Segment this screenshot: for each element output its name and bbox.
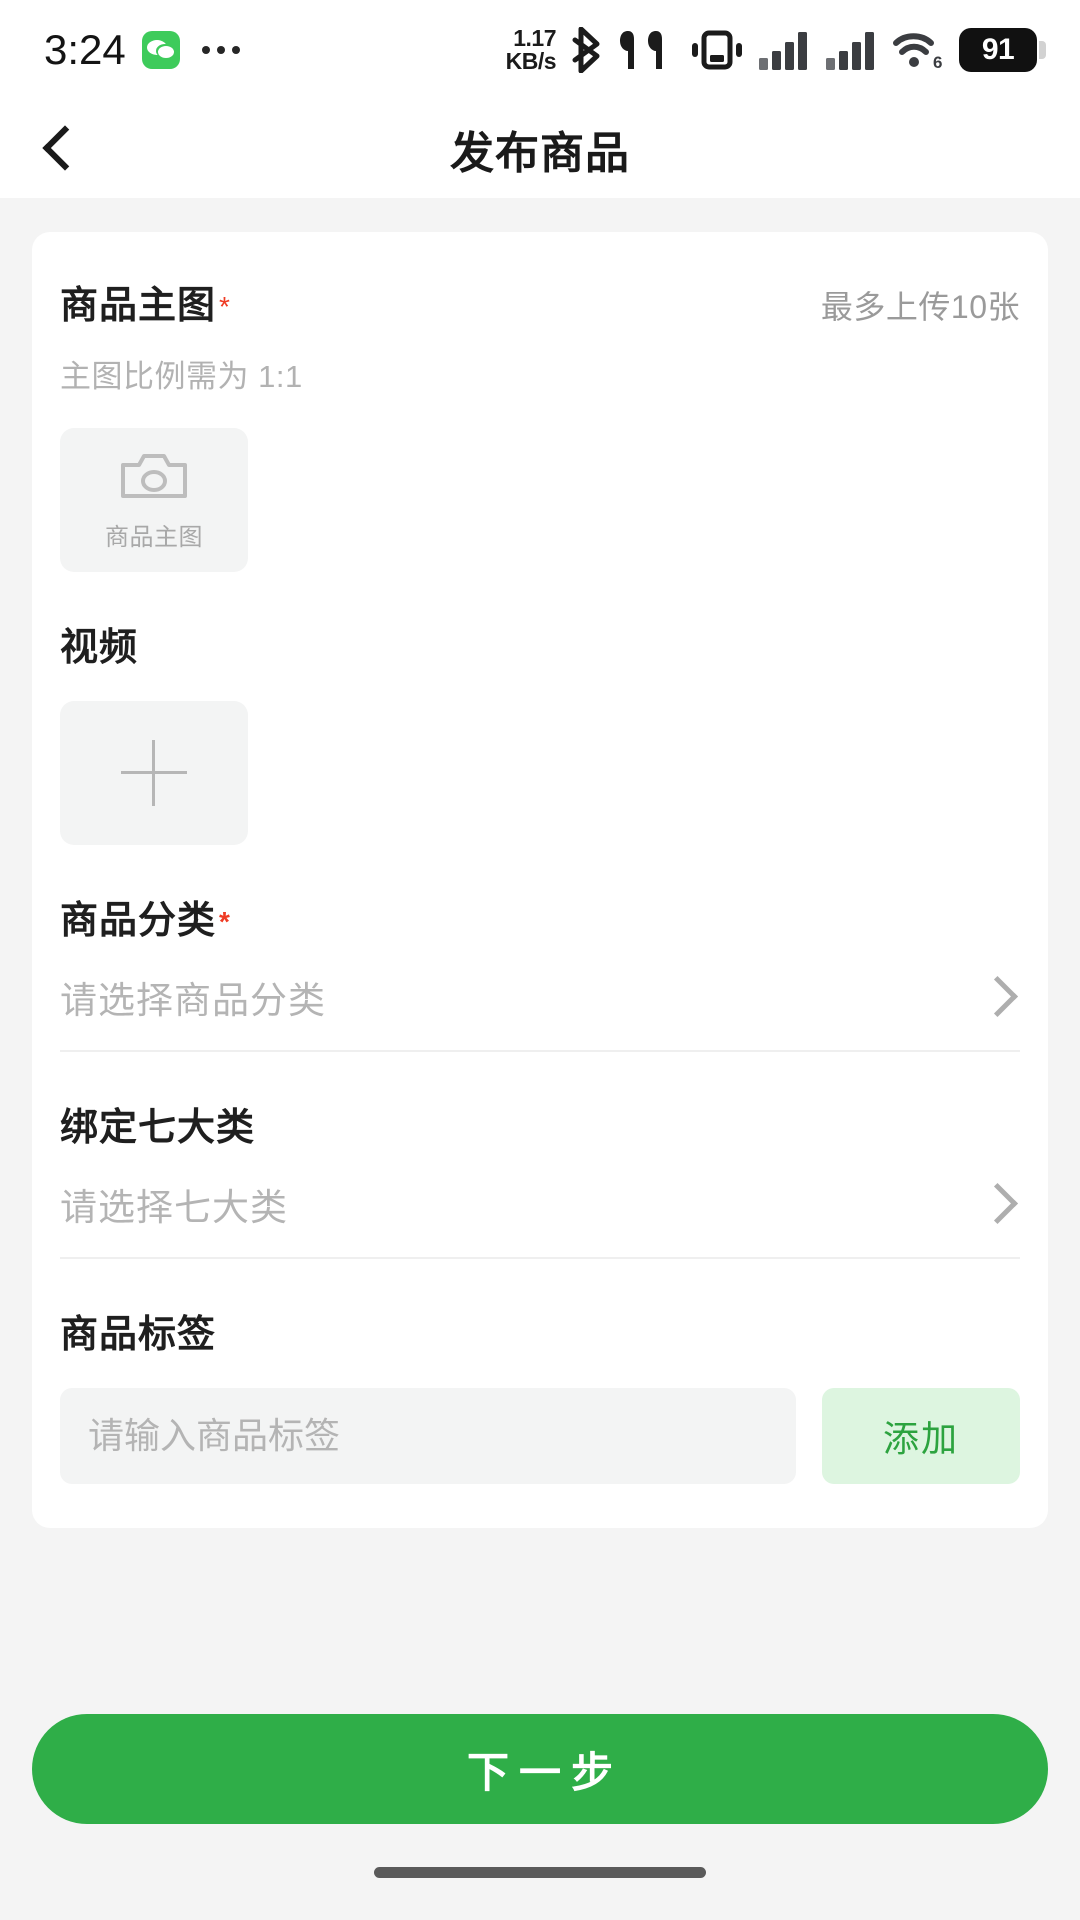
seven-types-picker[interactable]: 请选择七大类 (60, 1177, 1020, 1231)
section-product-category: 商品分类 * 请选择商品分类 (60, 845, 1020, 1052)
main-image-label: 商品主图 (60, 285, 217, 327)
status-time: 3:24 (44, 26, 126, 73)
tag-input[interactable] (60, 1388, 796, 1484)
section-video: 视频 (60, 572, 1020, 845)
svg-text:6: 6 (933, 53, 942, 72)
status-bar-right: 1.17 KB/s 6 91 (506, 27, 1046, 73)
main-image-ratio-hint: 主图比例需为 1:1 (60, 359, 303, 394)
battery-indicator: 91 (959, 28, 1046, 72)
seven-types-label: 绑定七大类 (60, 1107, 256, 1149)
footer-bar: 下一步 (0, 1714, 1080, 1920)
section-main-image: 商品主图 * 最多上传10张 主图比例需为 1:1 商品主图 (60, 232, 1020, 572)
required-asterisk: * (219, 906, 231, 937)
wechat-icon (141, 31, 180, 69)
battery-cap-icon (1039, 41, 1046, 59)
overflow-dots-icon (201, 46, 240, 54)
form-scroll-area[interactable]: 商品主图 * 最多上传10张 主图比例需为 1:1 商品主图 视频 商品分类 *… (0, 198, 1080, 1714)
main-image-max-hint: 最多上传10张 (820, 289, 1020, 325)
category-placeholder: 请选择商品分类 (60, 980, 326, 1021)
main-image-header: 商品主图 * 最多上传10张 (60, 232, 1020, 329)
plus-icon (121, 740, 187, 806)
seven-types-label-wrap: 绑定七大类 (60, 1096, 1020, 1151)
camera-icon (121, 453, 187, 498)
app-screen: 3:24 1.17 KB/s 6 91 发布商品 商品主图 * 最多上传10张 … (0, 0, 1080, 1920)
network-speed-value: 1.17 (513, 25, 556, 52)
tags-label: 商品标签 (60, 1314, 217, 1356)
status-bar-left: 3:24 (44, 29, 240, 71)
chevron-right-icon (996, 1183, 1020, 1225)
main-image-upload-button[interactable]: 商品主图 (60, 428, 248, 572)
category-label-wrap: 商品分类 * (60, 889, 1020, 944)
category-picker[interactable]: 请选择商品分类 (60, 970, 1020, 1024)
battery-percent-label: 91 (981, 33, 1015, 66)
seven-types-placeholder: 请选择七大类 (60, 1187, 288, 1228)
home-indicator-wrap (32, 1824, 1048, 1920)
section-product-tags: 商品标签 添加 (60, 1259, 1020, 1528)
main-image-upload-label: 商品主图 (105, 523, 203, 551)
tag-input-row: 添加 (60, 1388, 1020, 1484)
signal-bars-sim1-icon (759, 32, 807, 70)
signal-bars-sim2-icon (826, 32, 874, 70)
add-tag-button[interactable]: 添加 (822, 1388, 1020, 1484)
next-step-button[interactable]: 下一步 (32, 1714, 1048, 1824)
chevron-right-icon (996, 976, 1020, 1018)
home-indicator[interactable] (374, 1866, 706, 1878)
form-card: 商品主图 * 最多上传10张 主图比例需为 1:1 商品主图 视频 商品分类 *… (32, 232, 1048, 1528)
back-button[interactable] (0, 100, 112, 198)
chevron-left-icon (43, 125, 69, 173)
tags-label-wrap: 商品标签 (60, 1303, 1020, 1358)
earbuds-icon (620, 31, 662, 69)
vibrate-mode-icon (692, 30, 742, 70)
bluetooth-icon (572, 27, 600, 73)
required-asterisk: * (219, 291, 230, 322)
network-speed-unit: KB/s (505, 48, 557, 74)
page-title: 发布商品 (450, 129, 630, 178)
wifi-6-icon: 6 (893, 33, 942, 72)
status-bar: 3:24 1.17 KB/s 6 91 (0, 0, 1080, 100)
video-upload-button[interactable] (60, 701, 248, 845)
video-label: 视频 (60, 627, 139, 669)
network-speed-indicator: 1.17 KB/s (505, 25, 557, 74)
nav-bar: 发布商品 (0, 100, 1080, 198)
category-label: 商品分类 (60, 900, 217, 942)
section-seven-categories: 绑定七大类 请选择七大类 (60, 1052, 1020, 1259)
